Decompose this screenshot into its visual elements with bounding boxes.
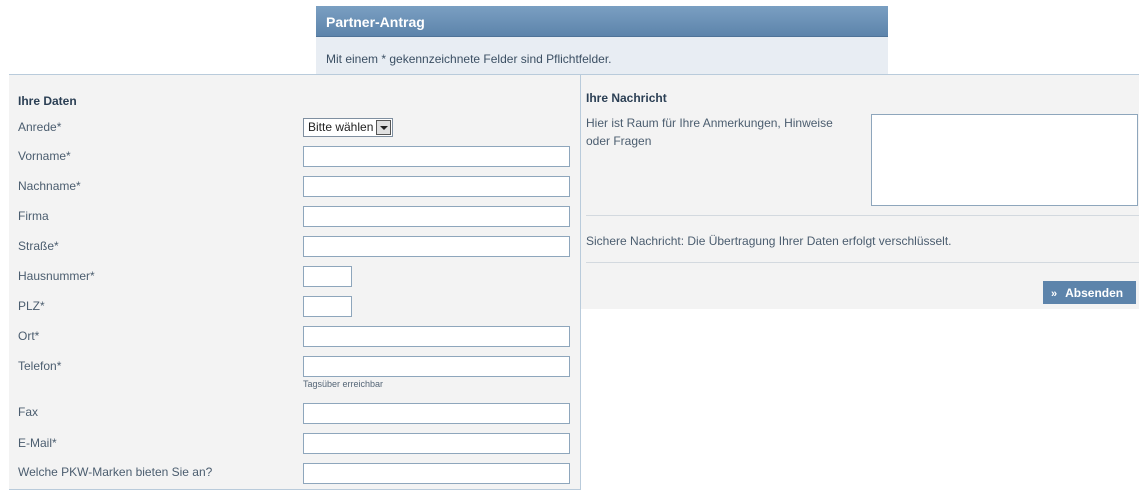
nachname-input[interactable] — [303, 176, 570, 197]
required-fields-note: Mit einem * gekennzeichnete Felder sind … — [316, 37, 888, 74]
section-title-ihre-daten: Ihre Daten — [18, 94, 77, 108]
message-label: Hier ist Raum für Ihre Anmerkungen, Hinw… — [586, 116, 833, 148]
firma-input[interactable] — [303, 206, 570, 227]
secure-message-note: Sichere Nachricht: Die Übertragung Ihrer… — [586, 234, 952, 248]
form-title: Partner-Antrag — [316, 6, 888, 37]
plz-input[interactable] — [303, 296, 352, 317]
strasse-label: Straße* — [18, 239, 59, 253]
anrede-selected-value: Bitte wählen — [308, 120, 374, 134]
section-title-ihre-nachricht: Ihre Nachricht — [586, 91, 667, 105]
nachname-label: Nachname* — [18, 179, 81, 193]
message-panel: Ihre Nachricht Hier ist Raum für Ihre An… — [581, 74, 1139, 309]
telefon-input[interactable] — [303, 356, 570, 377]
divider — [586, 215, 1139, 216]
anrede-select[interactable]: Bitte wählen — [303, 118, 393, 137]
submit-button-label: Absenden — [1065, 286, 1124, 300]
telefon-label: Telefon* — [18, 359, 62, 373]
firma-label: Firma — [18, 209, 49, 223]
submit-button[interactable]: » Absenden — [1043, 281, 1136, 304]
ort-label: Ort* — [18, 329, 40, 343]
vorname-input[interactable] — [303, 146, 570, 167]
strasse-input[interactable] — [303, 236, 570, 257]
chevron-down-icon[interactable] — [376, 120, 391, 135]
hausnummer-label: Hausnummer* — [18, 269, 95, 283]
ort-input[interactable] — [303, 326, 570, 347]
hausnummer-input[interactable] — [303, 266, 352, 287]
telefon-hint: Tagsüber erreichbar — [303, 379, 384, 389]
pkw-marken-label: Welche PKW-Marken bieten Sie an? — [18, 465, 213, 479]
plz-label: PLZ* — [18, 299, 45, 313]
double-chevron-right-icon: » — [1051, 288, 1058, 300]
message-textarea[interactable] — [871, 114, 1138, 206]
divider — [586, 262, 1139, 263]
email-label: E-Mail* — [18, 436, 57, 450]
fax-label: Fax — [18, 405, 39, 419]
vorname-label: Vorname* — [18, 149, 71, 163]
personal-data-panel: Ihre Daten Anrede* Bitte wählen Vorname*… — [9, 74, 581, 490]
email-input[interactable] — [303, 433, 570, 454]
pkw-marken-input[interactable] — [303, 463, 570, 484]
fax-input[interactable] — [303, 403, 570, 424]
anrede-label: Anrede* — [18, 120, 62, 134]
